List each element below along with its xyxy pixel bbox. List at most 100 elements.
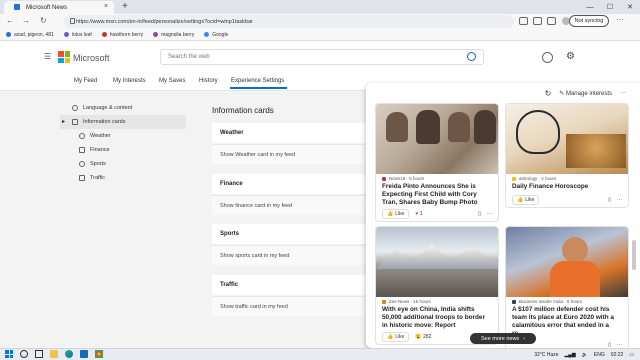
volume-icon[interactable]: 🔈: [582, 352, 588, 358]
sync-button[interactable]: Not syncing: [569, 15, 609, 27]
like-button[interactable]: 👍 Like: [382, 209, 410, 219]
window-controls: — ☐ ✕: [580, 0, 640, 14]
thumb-up-icon: 👍: [387, 334, 394, 340]
tab-my-interests[interactable]: My Interests: [113, 78, 146, 84]
lock-icon[interactable]: [70, 18, 75, 24]
aries-ram-icon: [516, 110, 560, 154]
manage-interests-button[interactable]: ✎ Manage interests: [559, 90, 612, 97]
msn-favicon-icon: [14, 4, 20, 10]
sidebar-item-info-cards[interactable]: Information cards: [72, 119, 126, 125]
search-icon[interactable]: [467, 52, 476, 61]
sidebar-item-weather[interactable]: Weather: [79, 133, 111, 139]
hamburger-icon[interactable]: ☰: [44, 52, 51, 61]
new-tab-button[interactable]: +: [122, 1, 128, 12]
back-icon[interactable]: ←: [6, 16, 14, 25]
weather-widget[interactable]: 32°C Haze: [534, 352, 558, 358]
bookmark-favicon-icon: [6, 32, 11, 37]
bookmark-label: magnolia berry: [161, 31, 195, 38]
tab-close-icon[interactable]: ×: [104, 3, 108, 10]
browser-menu-icon[interactable]: ···: [616, 15, 624, 24]
store-icon[interactable]: [80, 350, 88, 358]
bookmark-item[interactable]: azad, pigeon, 481: [6, 32, 54, 38]
browser-tab[interactable]: Microsoft News: [4, 1, 114, 14]
like-button[interactable]: 👍 Like: [382, 332, 410, 342]
chrome-icon[interactable]: [95, 350, 103, 358]
bookmark-item[interactable]: magnolia berry: [153, 32, 194, 38]
tab-experience-settings[interactable]: Experience Settings: [231, 78, 284, 84]
news-headline[interactable]: With eye on China, India shifts 50,000 a…: [376, 306, 498, 330]
reaction-number: 282: [423, 334, 432, 340]
taskbar-search-icon[interactable]: [20, 350, 28, 358]
start-windows-icon[interactable]: [5, 350, 13, 358]
clock[interactable]: 02:22: [611, 352, 624, 358]
microsoft-logo-icon[interactable]: [58, 51, 70, 63]
sidebar-item-sports[interactable]: Sports: [79, 161, 106, 167]
traffic-card-header: Traffic: [212, 275, 372, 295]
news-source: Zee News · 15 hours: [376, 297, 498, 306]
finance-card-toggle-row[interactable]: Show finance card in my feed: [212, 195, 372, 215]
bookmark-item[interactable]: Google: [204, 32, 228, 38]
save-icon[interactable]: ▯: [478, 211, 481, 217]
system-tray: 32°C Haze ▂▄▆ 🔈 ENG 02:22 ▭: [534, 349, 634, 360]
like-button[interactable]: 👍 Like: [512, 195, 540, 205]
refresh-icon[interactable]: ↻: [545, 89, 552, 98]
url-input[interactable]: https://www.msn.com/en-in/feed/personali…: [64, 15, 514, 28]
see-more-news-button[interactable]: See more news ›: [470, 333, 536, 344]
sidebar-item-finance[interactable]: Finance: [79, 147, 110, 153]
news-card[interactable]: Zee News · 15 hours With eye on China, I…: [375, 226, 499, 345]
news-card[interactable]: News18 · 5 hours Freida Pinto Announces …: [375, 103, 499, 222]
coins-icon: [566, 134, 626, 168]
source-logo-icon: [512, 176, 516, 181]
heart-icon: ♥: [415, 211, 419, 217]
notification-icon[interactable]: ▭: [629, 352, 634, 358]
task-view-icon[interactable]: [35, 350, 43, 358]
weather-card-toggle-row[interactable]: Show Weather card in my feed: [212, 144, 372, 164]
extensions-icon[interactable]: [533, 17, 542, 25]
refresh-icon[interactable]: ↻: [40, 16, 47, 25]
panel-more-icon[interactable]: ···: [620, 90, 626, 96]
sports-card-toggle-row[interactable]: Show sports card in my feed: [212, 245, 372, 265]
weather-text: 32°C Haze: [534, 351, 559, 358]
search-input[interactable]: Search the web: [160, 49, 484, 65]
chevron-right-icon: ›: [523, 335, 526, 342]
forward-icon[interactable]: →: [22, 16, 30, 25]
sidebar-item-language[interactable]: Language & content: [72, 105, 132, 111]
news-headline[interactable]: Daily Finance Horoscope: [506, 183, 628, 191]
close-window-button[interactable]: ✕: [620, 0, 640, 14]
tab-my-saves[interactable]: My Saves: [159, 78, 185, 84]
card-more-icon[interactable]: ···: [487, 211, 492, 217]
panel-scrollbar[interactable]: [632, 240, 636, 270]
read-aloud-icon[interactable]: [519, 17, 528, 25]
manage-interests-label: Manage interests: [565, 90, 612, 97]
language-indicator[interactable]: ENG: [594, 352, 605, 358]
network-icon[interactable]: ▂▄▆: [564, 352, 575, 358]
save-icon[interactable]: ▯: [608, 197, 611, 203]
user-icon[interactable]: [542, 52, 553, 63]
panel-header: ↻ ✎ Manage interests ···: [370, 85, 636, 101]
news-card[interactable]: astrology · 2 hours Daily Finance Horosc…: [505, 103, 629, 208]
bookmark-item[interactable]: hawthorn berry: [101, 32, 143, 38]
brand-name[interactable]: Microsoft: [73, 53, 110, 63]
source-logo-icon: [512, 299, 516, 304]
file-explorer-icon[interactable]: [50, 350, 58, 358]
news-image: [506, 104, 628, 174]
news-headline[interactable]: Freida Pinto Announces She is Expecting …: [376, 183, 498, 207]
source-logo-icon: [382, 299, 386, 304]
source-text: Zee News · 15 hours: [389, 299, 431, 304]
expand-arrow-icon[interactable]: ▸: [62, 118, 65, 125]
tab-my-feed[interactable]: My Feed: [74, 78, 97, 84]
tab-title: Microsoft News: [26, 4, 68, 11]
like-label: Like: [395, 334, 405, 340]
bookmark-favicon-icon: [63, 32, 69, 37]
edge-icon[interactable]: [65, 350, 73, 358]
gear-icon[interactable]: ⚙: [566, 51, 575, 62]
favorites-icon[interactable]: [547, 17, 556, 25]
tab-history[interactable]: History: [199, 78, 218, 84]
maximize-button[interactable]: ☐: [600, 0, 620, 14]
bookmark-item[interactable]: lotus leaf: [63, 32, 92, 38]
traffic-card-toggle-row[interactable]: Show traffic card in my feed: [212, 296, 372, 316]
sidebar-item-traffic[interactable]: Traffic: [79, 175, 105, 181]
card-more-icon[interactable]: ···: [617, 197, 622, 203]
minimize-button[interactable]: —: [580, 0, 600, 14]
weather-card-header: Weather: [212, 123, 372, 143]
